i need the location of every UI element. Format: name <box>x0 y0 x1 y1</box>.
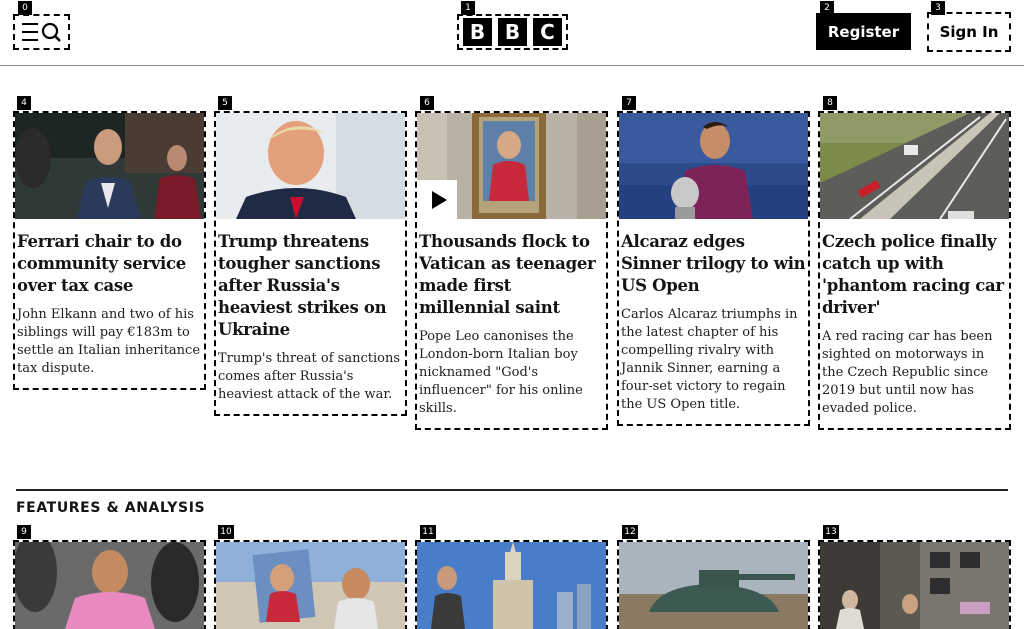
story-headline[interactable]: Alcaraz edges Sinner trilogy to win US O… <box>619 219 808 297</box>
bbc-logo[interactable]: B B C <box>457 14 568 50</box>
story-image <box>417 113 606 219</box>
feature-image <box>216 542 405 629</box>
logo-letter: B <box>498 18 527 46</box>
element-index-badge: 4 <box>17 96 31 110</box>
element-index-badge: 9 <box>17 525 31 539</box>
story-headline[interactable]: Thousands flock to Vatican as teenager m… <box>417 219 606 319</box>
logo-letter: C <box>533 18 562 46</box>
story-card[interactable]: Trump threatens tougher sanctions after … <box>214 111 407 416</box>
element-index-badge: 10 <box>218 525 234 539</box>
logo-letter: B <box>463 18 492 46</box>
feature-card[interactable] <box>13 540 206 629</box>
play-video-icon[interactable] <box>417 180 457 219</box>
element-index-badge: 8 <box>823 96 837 110</box>
menu-search-button[interactable] <box>13 14 70 50</box>
story-headline[interactable]: Ferrari chair to do community service ov… <box>15 219 204 297</box>
story-headline[interactable]: Czech police finally catch up with 'phan… <box>820 219 1009 319</box>
element-index-badge: 13 <box>823 525 839 539</box>
element-index-badge: 7 <box>622 96 636 110</box>
story-summary: Trump's threat of sanctions comes after … <box>218 351 400 402</box>
feature-image <box>417 542 606 629</box>
feature-image <box>820 542 1009 629</box>
features-section-title: FEATURES & ANALYSIS <box>16 500 206 516</box>
feature-card[interactable] <box>415 540 608 629</box>
story-image <box>820 113 1009 219</box>
story-card[interactable]: Alcaraz edges Sinner trilogy to win US O… <box>617 111 810 426</box>
menu-search-icon <box>21 22 61 42</box>
element-index-badge: 5 <box>218 96 232 110</box>
story-summary: Carlos Alcaraz triumphs in the latest ch… <box>621 307 798 412</box>
story-summary: John Elkann and two of his siblings will… <box>17 307 201 376</box>
story-summary: A red racing car has been sighted on mot… <box>822 329 993 416</box>
element-index-badge: 1 <box>461 1 475 15</box>
story-image <box>216 113 405 219</box>
feature-card[interactable] <box>617 540 810 629</box>
story-summary: Pope Leo canonises the London-born Itali… <box>419 329 583 416</box>
element-index-badge: 12 <box>622 525 638 539</box>
element-index-badge: 3 <box>931 1 945 15</box>
section-divider <box>16 489 1008 491</box>
element-index-badge: 0 <box>18 1 32 15</box>
story-card[interactable]: Thousands flock to Vatican as teenager m… <box>415 111 608 430</box>
site-header: 0 B B C 1 Register 2 Sign In 3 <box>0 0 1024 66</box>
feature-card[interactable] <box>818 540 1011 629</box>
element-index-badge: 2 <box>820 1 834 15</box>
element-index-badge: 11 <box>420 525 436 539</box>
feature-card[interactable] <box>214 540 407 629</box>
sign-in-button[interactable]: Sign In <box>927 12 1011 52</box>
feature-image <box>15 542 204 629</box>
story-image <box>619 113 808 219</box>
story-card[interactable]: Ferrari chair to do community service ov… <box>13 111 206 390</box>
register-button[interactable]: Register <box>816 13 911 50</box>
story-headline[interactable]: Trump threatens tougher sanctions after … <box>216 219 405 341</box>
story-image <box>15 113 204 219</box>
story-card[interactable]: Czech police finally catch up with 'phan… <box>818 111 1011 430</box>
element-index-badge: 6 <box>420 96 434 110</box>
feature-image <box>619 542 808 629</box>
